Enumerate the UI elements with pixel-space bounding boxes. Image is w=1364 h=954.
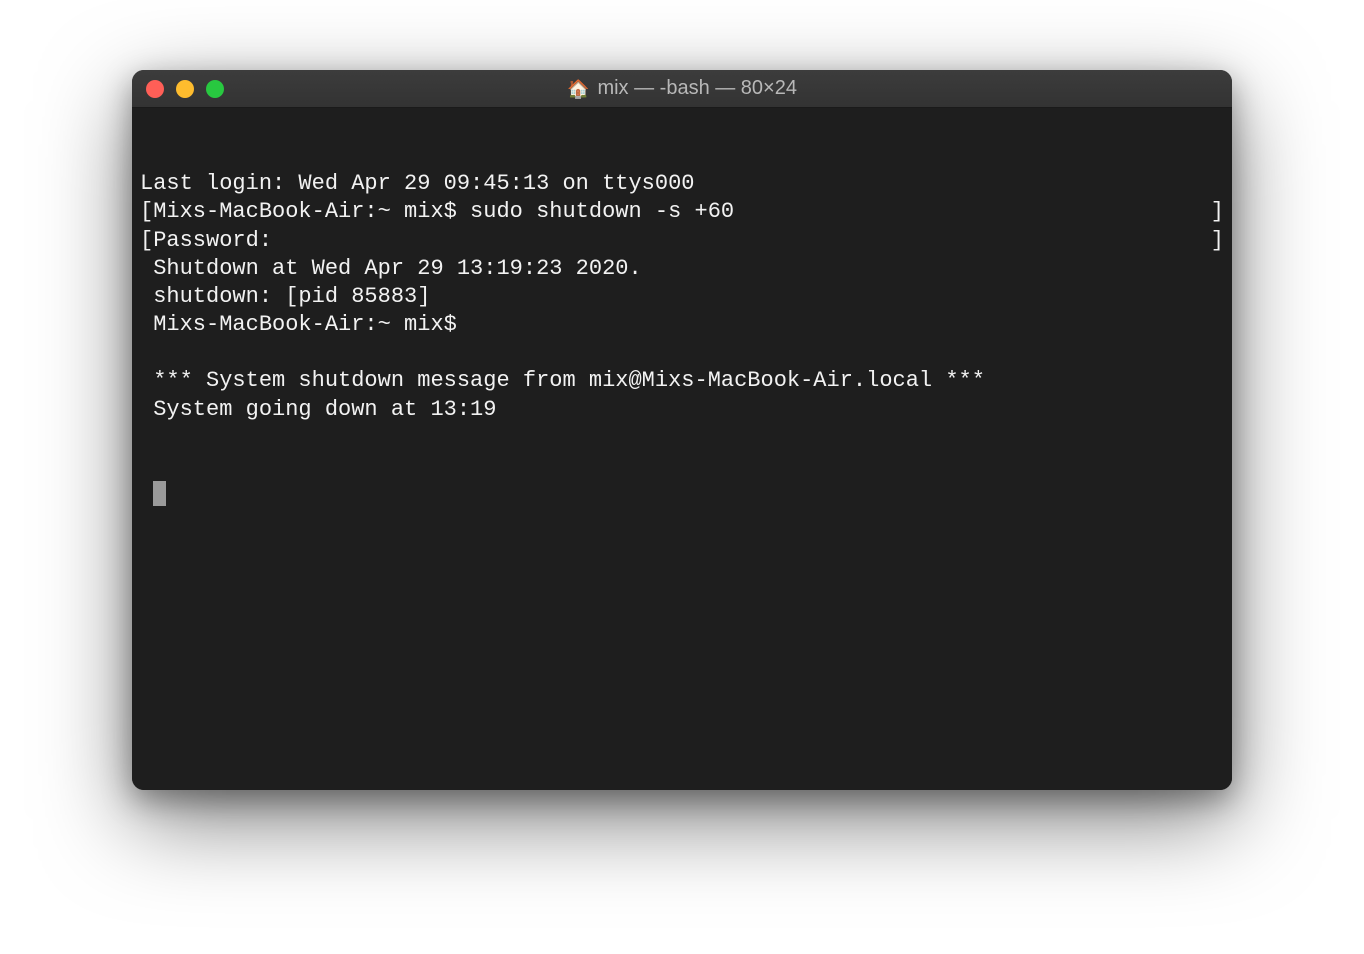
- terminal-line: [140, 452, 1224, 480]
- window-title: 🏠 mix — -bash — 80×24: [567, 77, 797, 100]
- terminal-line: Mixs-MacBook-Air:~ mix$: [140, 311, 1224, 339]
- terminal-line: [140, 480, 1224, 508]
- terminal-line: *** System shutdown message from mix@Mix…: [140, 367, 1224, 395]
- traffic-lights: [146, 80, 224, 98]
- terminal-line-right: ]: [1211, 198, 1224, 226]
- terminal-line: shutdown: [pid 85883]: [140, 283, 1224, 311]
- terminal-line: Shutdown at Wed Apr 29 13:19:23 2020.: [140, 255, 1224, 283]
- cursor: [153, 481, 166, 506]
- home-icon: 🏠: [567, 80, 589, 98]
- terminal-window: 🏠 mix — -bash — 80×24 Last login: Wed Ap…: [132, 70, 1232, 790]
- terminal-line: [140, 339, 1224, 367]
- terminal-body[interactable]: Last login: Wed Apr 29 09:45:13 on ttys0…: [132, 108, 1232, 790]
- terminal-line: Last login: Wed Apr 29 09:45:13 on ttys0…: [140, 170, 1224, 198]
- terminal-line: [140, 424, 1224, 452]
- terminal-line: [Mixs-MacBook-Air:~ mix$ sudo shutdown -…: [140, 198, 1224, 226]
- window-title-text: mix — -bash — 80×24: [597, 77, 797, 100]
- maximize-button[interactable]: [206, 80, 224, 98]
- minimize-button[interactable]: [176, 80, 194, 98]
- terminal-line: System going down at 13:19: [140, 396, 1224, 424]
- terminal-line-left: [Mixs-MacBook-Air:~ mix$ sudo shutdown -…: [140, 198, 734, 226]
- terminal-line: [Password:]: [140, 227, 1224, 255]
- terminal-line-right: ]: [1211, 227, 1224, 255]
- titlebar[interactable]: 🏠 mix — -bash — 80×24: [132, 70, 1232, 108]
- close-button[interactable]: [146, 80, 164, 98]
- terminal-line-left: [Password:: [140, 227, 272, 255]
